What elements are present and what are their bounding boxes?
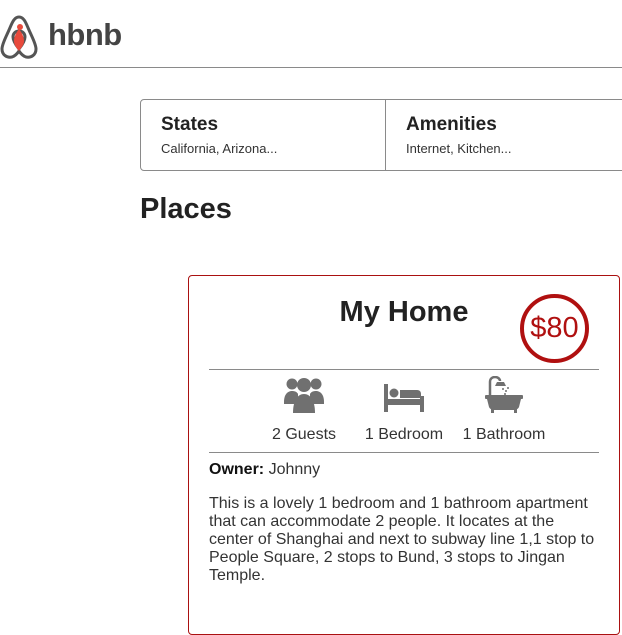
bathroom-label: 1 Bathroom: [462, 426, 546, 443]
owner-line: Owner: Johnny: [209, 461, 320, 479]
place-card: My Home $80 2 Guests 1 Bedroom 1 Bathroo…: [188, 275, 620, 635]
filters-panel: States California, Arizona... Amenities …: [140, 99, 622, 171]
site-header: hbnb: [0, 0, 622, 68]
owner-name: Johnny: [268, 461, 321, 478]
filter-amenities-summary: Internet, Kitchen...: [405, 141, 512, 156]
logo-text: hbnb: [48, 17, 122, 52]
logo[interactable]: hbnb: [0, 11, 122, 59]
price-badge: $80: [520, 294, 589, 363]
place-info: 2 Guests 1 Bedroom 1 Bathroom: [209, 369, 599, 453]
info-bathrooms: 1 Bathroom: [444, 370, 564, 444]
filter-states-summary: California, Arizona...: [161, 141, 278, 156]
owner-label: Owner:: [209, 461, 265, 478]
filter-states[interactable]: States California, Arizona...: [141, 100, 385, 170]
places-heading: Places: [140, 193, 232, 225]
place-description: This is a lovely 1 bedroom and 1 bathroo…: [209, 495, 595, 584]
filter-states-title: States: [161, 114, 219, 135]
filter-amenities-title: Amenities: [405, 114, 497, 135]
filter-amenities[interactable]: Amenities Internet, Kitchen...: [384, 100, 622, 170]
airbnb-belo-icon: [0, 11, 38, 59]
bathtub-icon: [444, 376, 564, 414]
